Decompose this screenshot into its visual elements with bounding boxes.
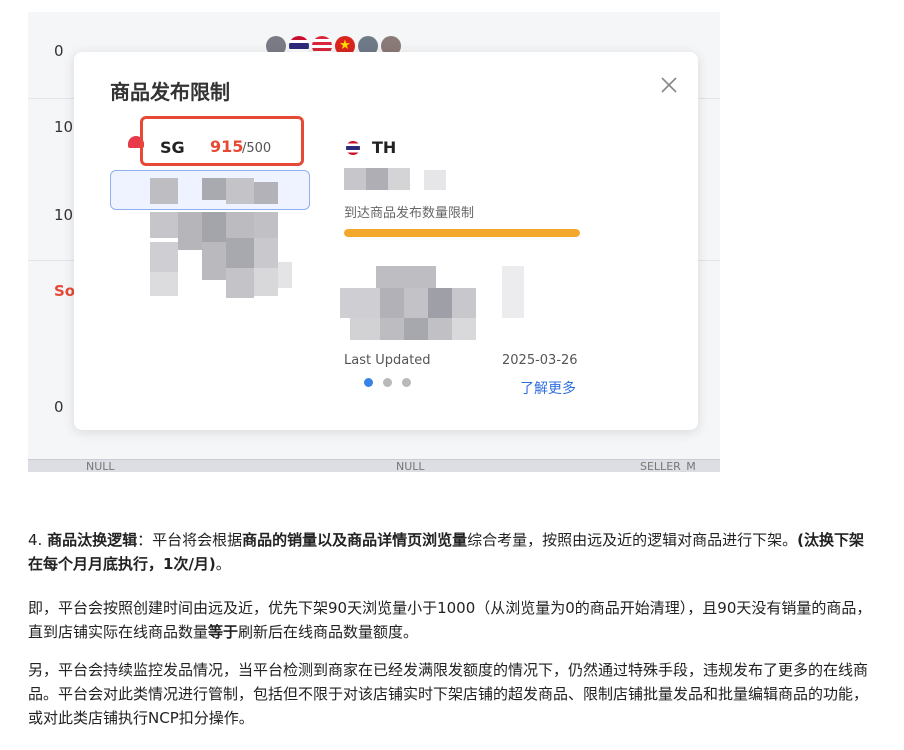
bold-text: 等于 xyxy=(208,623,239,641)
pager-dot[interactable] xyxy=(402,378,411,387)
th-status-text: 到达商品发布数量限制 xyxy=(344,206,475,221)
text: 刷新后在线商品数量额度。 xyxy=(238,623,419,641)
table-cell: 10 xyxy=(54,118,74,136)
th-flag-icon xyxy=(346,141,360,155)
text: 。 xyxy=(215,555,231,573)
bold-text: 商品的销量以及商品详情页浏览量 xyxy=(242,531,468,549)
table-cell: 10 xyxy=(54,206,74,224)
table-cell: So xyxy=(54,282,76,300)
last-updated-date: 2025-03-26 xyxy=(502,353,578,368)
text: 另，平台会持续监控发品情况，当平台检测到商家在已经发满限发额度的情况下，仍然通过… xyxy=(28,661,869,727)
carousel-pager xyxy=(364,378,411,387)
pager-dot[interactable] xyxy=(383,378,392,387)
text: 即，平台会按照创建时间由远及近，优先下架90天浏览量小于1000（从浏览量为0的… xyxy=(28,599,872,641)
close-icon[interactable] xyxy=(660,76,678,94)
modal-title: 商品发布限制 xyxy=(110,80,230,104)
column-header: NULL xyxy=(396,460,425,472)
th-progress-fill xyxy=(344,229,580,237)
bold-text: 商品汰换逻辑 xyxy=(47,531,138,549)
table-header-bar: NULL NULL SELLER_M xyxy=(28,459,720,472)
table-cell: 0 xyxy=(54,398,64,416)
paragraph-monitoring: 另，平台会持续监控发品情况，当平台检测到商家在已经发满限发额度的情况下，仍然通过… xyxy=(28,658,878,730)
last-updated-label: Last Updated xyxy=(344,353,431,368)
learn-more-link[interactable]: 了解更多 xyxy=(520,378,576,398)
screenshot-panel: 0 10 10 So 0 ★ NULL NULL SELLER_M 商品发布限制… xyxy=(28,12,720,472)
paragraph-rule: 即，平台会按照创建时间由远及近，优先下架90天浏览量小于1000（从浏览量为0的… xyxy=(28,596,878,644)
column-header: NULL xyxy=(86,460,115,472)
pager-dot[interactable] xyxy=(364,378,373,387)
highlight-box xyxy=(140,116,304,166)
paragraph-4: 4. 商品汰换逻辑：平台将会根据商品的销量以及商品详情页浏览量综合考量，按照由远… xyxy=(28,528,878,576)
publish-limit-modal: 商品发布限制 SG 915 /500 TH 到达商品发布数量限制 Last Up… xyxy=(74,52,698,430)
text: 综合考量，按照由远及近的逻辑对商品进行下架。 xyxy=(467,531,798,549)
th-country-code: TH xyxy=(372,138,397,157)
list-number: 4. xyxy=(28,531,48,549)
column-header: SELLER_M xyxy=(640,460,696,472)
th-progress-bar xyxy=(344,229,580,237)
table-cell: 0 xyxy=(54,42,64,60)
text: ：平台将会根据 xyxy=(137,531,243,549)
